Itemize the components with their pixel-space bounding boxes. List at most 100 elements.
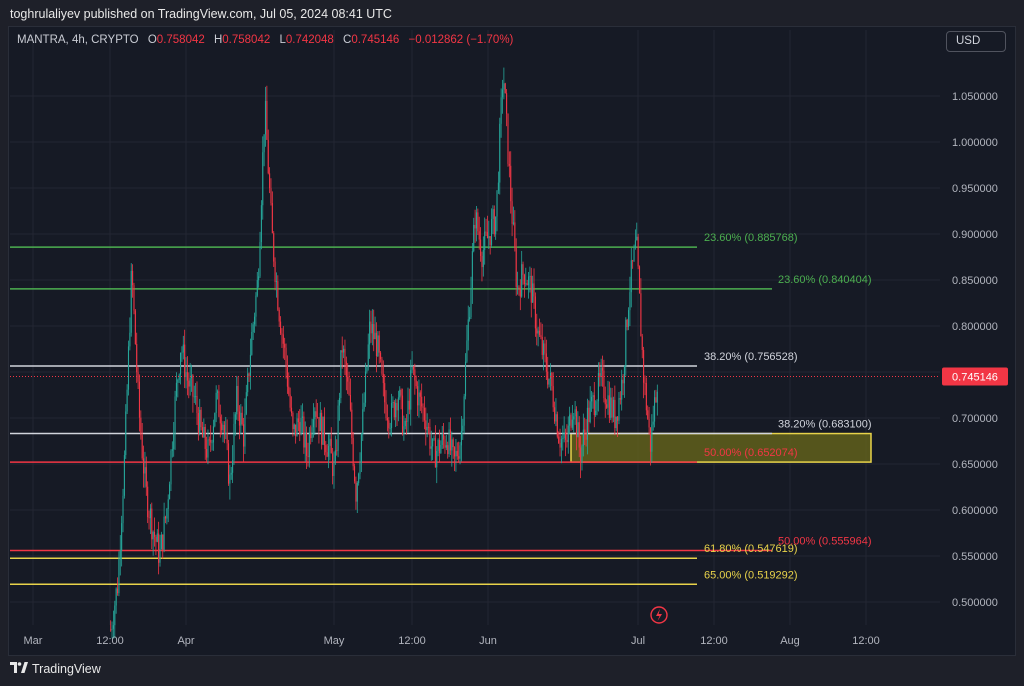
candle-body	[277, 281, 279, 310]
y-axis: 1.050000 1.000000 0.950000 0.900000 0.850000…	[952, 91, 998, 609]
y-tick-label: 0.500000	[952, 597, 998, 609]
candle-body	[414, 369, 416, 381]
candle-body	[338, 397, 341, 406]
low-label: L	[279, 34, 286, 46]
candle-body	[578, 422, 580, 448]
candle-body	[264, 100, 267, 135]
candle-body	[271, 203, 273, 234]
lightning-icon[interactable]	[650, 606, 668, 624]
currency-button[interactable]: USD	[946, 31, 1006, 52]
candle-body	[315, 411, 317, 417]
candle-body	[189, 378, 191, 387]
candle-body	[171, 449, 173, 451]
candle-body	[533, 283, 535, 297]
candle-body	[112, 625, 114, 629]
candle-body	[232, 460, 234, 473]
candle-body	[364, 371, 367, 403]
candle-body	[493, 209, 495, 235]
candle-body	[167, 499, 169, 509]
candle-body	[369, 321, 371, 345]
candle-body	[456, 450, 458, 457]
candle-body	[640, 293, 642, 337]
candle-body	[552, 386, 554, 408]
candle-body	[401, 395, 404, 434]
candle-body	[596, 401, 598, 411]
tradingview-logo[interactable]: TradingView	[10, 661, 101, 676]
candle-body	[543, 343, 545, 355]
y-tick-label: 1.050000	[952, 91, 998, 103]
candle-body	[307, 455, 309, 458]
candle-body	[463, 396, 465, 426]
candle-body	[573, 416, 575, 420]
candle-body	[248, 373, 250, 377]
y-tick-label: 0.550000	[952, 551, 998, 563]
x-tick-label: Aug	[780, 635, 800, 647]
candle-body	[482, 249, 484, 268]
candle-body	[288, 386, 290, 395]
candle-body	[182, 344, 184, 353]
candle-body	[370, 321, 372, 334]
candle-body	[544, 343, 546, 354]
y-tick-label: 0.650000	[952, 459, 998, 471]
candle-body	[617, 416, 619, 421]
candle-body	[130, 270, 132, 333]
candle-body	[625, 319, 627, 367]
candle-body	[155, 536, 157, 542]
candle-body	[380, 352, 382, 360]
candle-body	[234, 414, 236, 424]
candle-body	[306, 432, 308, 456]
candle-body	[445, 445, 447, 448]
candle-body	[180, 352, 182, 375]
candle-body	[634, 240, 636, 248]
candle-body	[197, 413, 199, 433]
candlestick-chart[interactable]: 23.60% (0.885768) 23.60% (0.840404) 38.20%…	[0, 0, 1024, 686]
candle-body	[121, 523, 123, 551]
candle-body	[206, 448, 208, 458]
candle-body	[433, 438, 435, 440]
candle-body	[654, 397, 656, 422]
candle-body	[480, 239, 482, 256]
candle-body	[252, 324, 254, 333]
candle-body	[632, 260, 634, 262]
candle-body	[241, 412, 243, 425]
candle-body	[462, 425, 464, 431]
candle-body	[627, 310, 630, 328]
candle-body	[562, 438, 564, 440]
candle-body	[156, 533, 158, 542]
candle-body	[504, 83, 506, 94]
candle-body	[119, 550, 121, 560]
low-value: 0.742048	[285, 34, 334, 46]
candle-body	[230, 472, 232, 475]
candle-body	[517, 286, 519, 288]
candle-body	[525, 283, 527, 285]
candle-body	[299, 422, 301, 434]
candle-body	[554, 407, 556, 422]
candle-body	[469, 317, 471, 320]
candle-body	[249, 354, 251, 377]
candle-body	[188, 380, 190, 387]
candle-body	[521, 264, 523, 297]
candle-body	[421, 396, 423, 407]
candle-body	[541, 336, 543, 355]
candle-body	[611, 397, 613, 418]
candle-body	[341, 350, 343, 353]
candle-body	[411, 366, 413, 371]
candle-body	[481, 255, 483, 268]
candle-body	[527, 276, 530, 286]
candle-body	[329, 438, 331, 446]
candle-body	[177, 379, 179, 383]
candle-body	[210, 440, 212, 443]
candle-body	[162, 534, 164, 550]
candle-body	[166, 508, 168, 519]
candle-body	[366, 367, 368, 372]
candle-body	[229, 474, 231, 484]
candle-body	[473, 224, 475, 252]
candle-body	[622, 379, 624, 384]
candle-body	[311, 427, 313, 439]
candle-body	[377, 335, 379, 357]
candle-body	[490, 218, 493, 245]
candle-body	[389, 428, 391, 429]
candle-body	[448, 429, 450, 455]
candle-body	[460, 430, 462, 446]
candle-body	[645, 383, 647, 411]
